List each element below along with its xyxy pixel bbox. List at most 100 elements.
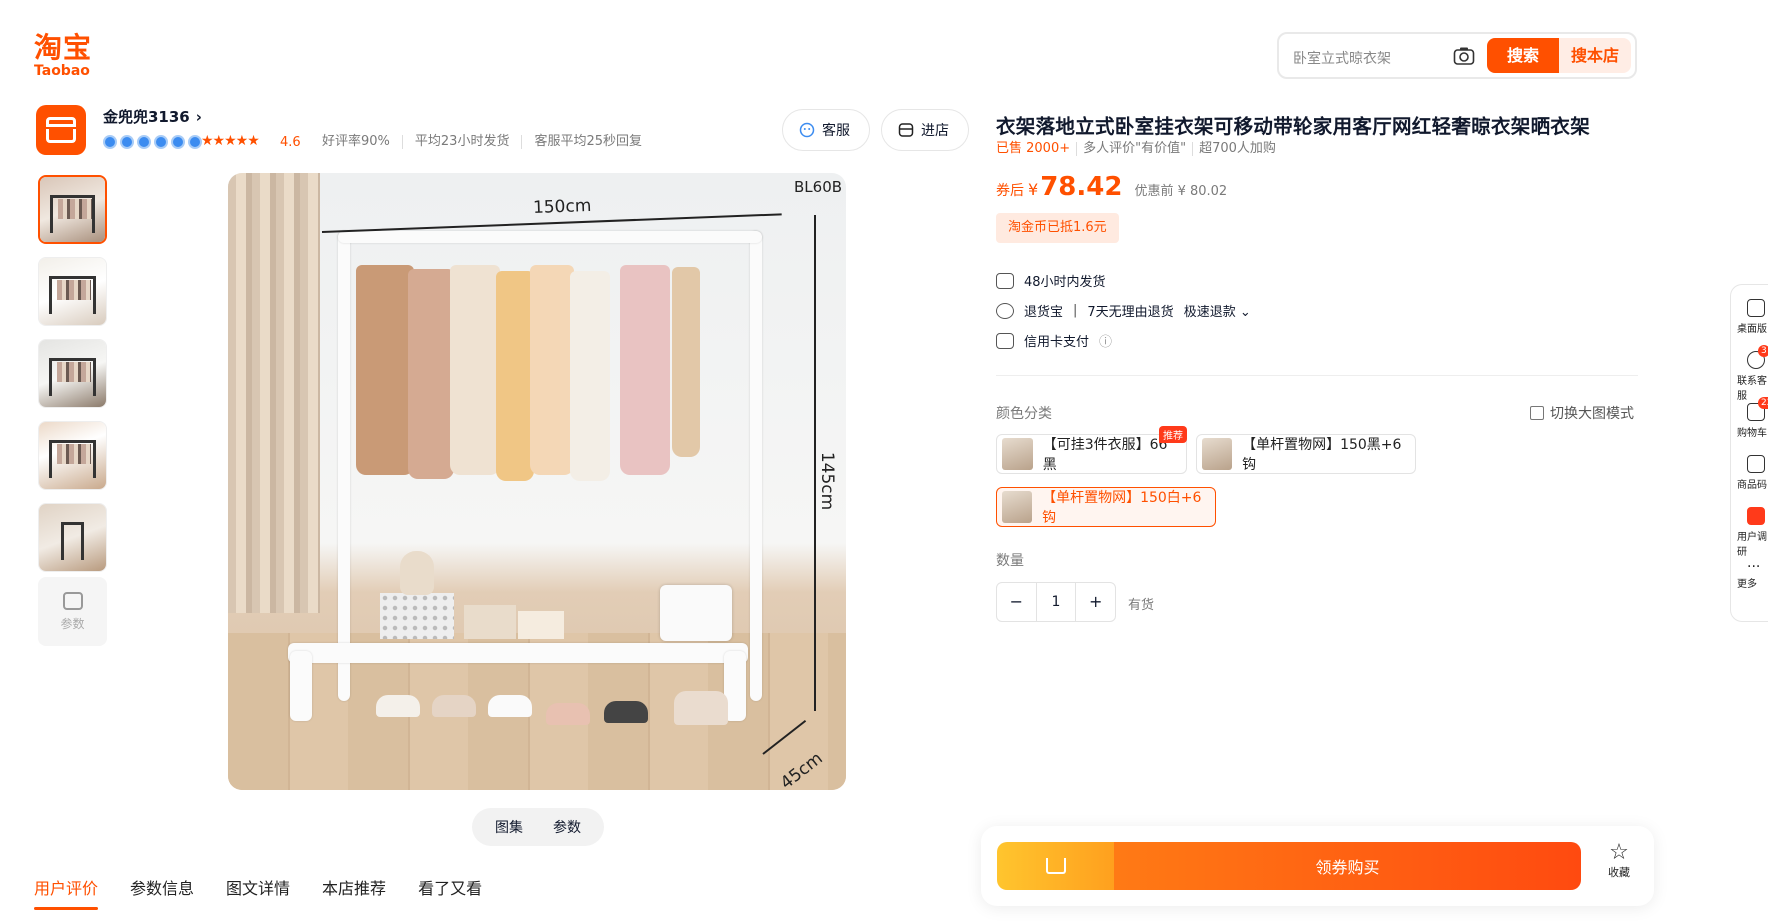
dim-height: 145cm — [817, 451, 838, 511]
sku-label-3: 【单杆置物网】150白+6钩 — [1042, 490, 1202, 526]
sku-option-3[interactable]: 【单杆置物网】150白+6钩 — [996, 487, 1216, 527]
sidebar-more-label: 更多 — [1737, 579, 1757, 590]
customer-service-button[interactable]: 客服 — [782, 109, 870, 151]
grid-icon — [1530, 406, 1544, 420]
logo-en: Taobao — [34, 63, 90, 79]
tab-also-viewed[interactable]: 看了又看 — [418, 875, 482, 899]
service-shipping: 48小时内发货 — [996, 271, 1106, 290]
sidebar-product-code[interactable]: 商品码 — [1737, 455, 1768, 491]
service-payment: 信用卡支付 ⓘ — [996, 331, 1112, 350]
sidebar-customer-service[interactable]: 3 联系客服 — [1737, 345, 1768, 402]
sku-thumb — [1002, 438, 1033, 470]
cart-badge: 22 — [1758, 397, 1768, 409]
coin-discount-badge: 淘金币已抵1.6元 — [996, 213, 1119, 243]
params-thumb[interactable]: 参数 — [38, 577, 107, 646]
more-icon: ··· — [1747, 559, 1761, 575]
gallery-thumb-3[interactable] — [38, 339, 107, 408]
enter-shop-button[interactable]: 进店 — [881, 109, 969, 151]
gallery-thumb-5[interactable] — [38, 503, 107, 572]
gallery-toggle: 图集 参数 — [472, 808, 604, 846]
add-to-cart-button[interactable] — [997, 842, 1114, 890]
color-label: 颜色分类 — [996, 406, 1052, 422]
shield-icon — [996, 302, 1014, 319]
sidebar-survey-label: 用户调研 — [1737, 532, 1767, 558]
credit-card-icon — [996, 332, 1014, 349]
floating-sidebar: 桌面版 3联系客服 22 购物车 商品码 用户调研 ··· 更多 — [1730, 284, 1768, 622]
refund-label: 极速退款 — [1183, 305, 1236, 320]
chevron-right-icon: › — [195, 108, 202, 126]
desktop-icon — [1747, 299, 1765, 317]
sku-label-2: 【单杆置物网】150黑+6钩 — [1242, 437, 1402, 473]
favorite-button[interactable]: ☆ 收藏 — [1595, 842, 1643, 880]
chevron-down-icon: ⌄ — [1239, 305, 1251, 320]
gallery-thumb-4[interactable] — [38, 421, 107, 490]
shop-metrics: 好评率90% 平均23小时发货 客服平均25秒回复 — [322, 135, 654, 149]
price-currency: ¥ — [1028, 180, 1039, 199]
toggle-gallery[interactable]: 图集 — [495, 817, 523, 837]
sidebar-more[interactable]: ··· 更多 — [1737, 559, 1768, 590]
metric-ship-time: 平均23小时发货 — [401, 135, 522, 149]
original-price: 优惠前 ¥ 80.02 — [1134, 184, 1228, 199]
metric-positive-rate: 好评率90% — [322, 134, 390, 149]
sold-count: 已售 2000+ — [996, 141, 1071, 156]
shipping-text: 48小时内发货 — [1024, 275, 1106, 290]
camera-icon[interactable] — [1453, 46, 1475, 66]
shop-name[interactable]: 金兜兜3136 › — [103, 106, 202, 127]
metric-reply-time: 客服平均25秒回复 — [521, 135, 654, 149]
sidebar-cart[interactable]: 22 购物车 — [1737, 397, 1768, 439]
review-note: 多人评价"有价值" — [1076, 142, 1192, 156]
sidebar-survey[interactable]: 用户调研 — [1737, 507, 1768, 558]
price-label: 券后 — [996, 183, 1024, 199]
buy-with-coupon-button[interactable]: 领券购买 — [1114, 842, 1581, 890]
stock-status: 有货 — [1128, 598, 1155, 613]
main-product-image[interactable]: 150cm 145cm 45cm BL60B — [228, 173, 846, 790]
customer-service-label: 客服 — [822, 123, 850, 139]
sku-label-1: 【可挂3件衣服】66黑 — [1042, 437, 1168, 473]
tab-reviews[interactable]: 用户评价 — [34, 875, 99, 910]
search-box: 卧室立式晾衣架 搜索 搜本店 — [1277, 32, 1637, 79]
toggle-params[interactable]: 参数 — [553, 817, 581, 837]
gallery-thumb-2[interactable] — [38, 257, 107, 326]
tab-params[interactable]: 参数信息 — [130, 875, 194, 899]
buy-bar: 领券购买 ☆ 收藏 — [981, 826, 1654, 906]
return-policy: 7天无理由退货 — [1087, 305, 1174, 320]
product-page: { "header": { "logo_cn": "淘宝", "logo_en"… — [0, 0, 1768, 921]
switch-large-image-mode[interactable]: 切换大图模式 — [1530, 403, 1634, 423]
store-icon — [898, 123, 914, 137]
truck-icon — [996, 272, 1014, 289]
payment-text: 信用卡支付 — [1024, 335, 1090, 350]
service-return: 退货宝 | 7天无理由退货 极速退款 ⌄ — [996, 301, 1251, 320]
sidebar-cart-label: 购物车 — [1737, 428, 1767, 439]
search-store-button[interactable]: 搜本店 — [1559, 38, 1631, 73]
recommend-badge: 推荐 — [1159, 426, 1187, 443]
gallery-thumb-1[interactable] — [38, 175, 107, 244]
product-stats: 已售 2000+ 多人评价"有价值" 超700人加购 — [996, 142, 1282, 156]
refund-dropdown[interactable]: 极速退款 ⌄ — [1184, 301, 1251, 320]
search-input[interactable]: 卧室立式晾衣架 — [1293, 48, 1391, 68]
sku-option-1[interactable]: 【可挂3件衣服】66黑 推荐 — [996, 426, 1187, 474]
quantity-input[interactable]: 1 — [1035, 583, 1077, 621]
tab-store-recommend[interactable]: 本店推荐 — [322, 875, 386, 899]
tab-details[interactable]: 图文详情 — [226, 875, 290, 899]
taobao-logo[interactable]: 淘宝 Taobao — [34, 34, 124, 82]
sidebar-desktop-label: 桌面版 — [1737, 324, 1767, 335]
favorite-label: 收藏 — [1608, 866, 1630, 879]
sku-option-2[interactable]: 【单杆置物网】150黑+6钩 — [1196, 434, 1416, 474]
divider — [996, 375, 1638, 376]
logo-cn: 淘宝 — [34, 31, 93, 64]
cart-icon — [1045, 858, 1066, 874]
sidebar-desktop[interactable]: 桌面版 — [1737, 299, 1768, 335]
shop-name-text: 金兜兜3136 — [103, 108, 190, 126]
enter-shop-label: 进店 — [921, 123, 949, 139]
search-button[interactable]: 搜索 — [1487, 38, 1559, 73]
shop-avatar[interactable] — [36, 105, 86, 155]
decrement-button[interactable]: − — [997, 583, 1036, 621]
params-icon — [62, 592, 83, 610]
detail-tabs: 用户评价 参数信息 图文详情 本店推荐 看了又看 — [34, 875, 482, 910]
info-icon[interactable]: ⓘ — [1099, 331, 1112, 350]
product-title: 衣架落地立式卧室挂衣架可移动带轮家用客厅网红轻奢晾衣架晒衣架 — [996, 115, 1591, 138]
sidebar-code-label: 商品码 — [1737, 480, 1767, 491]
cart-icon: 22 — [1747, 397, 1768, 421]
increment-button[interactable]: + — [1076, 583, 1115, 621]
service-badge: 3 — [1758, 345, 1768, 357]
